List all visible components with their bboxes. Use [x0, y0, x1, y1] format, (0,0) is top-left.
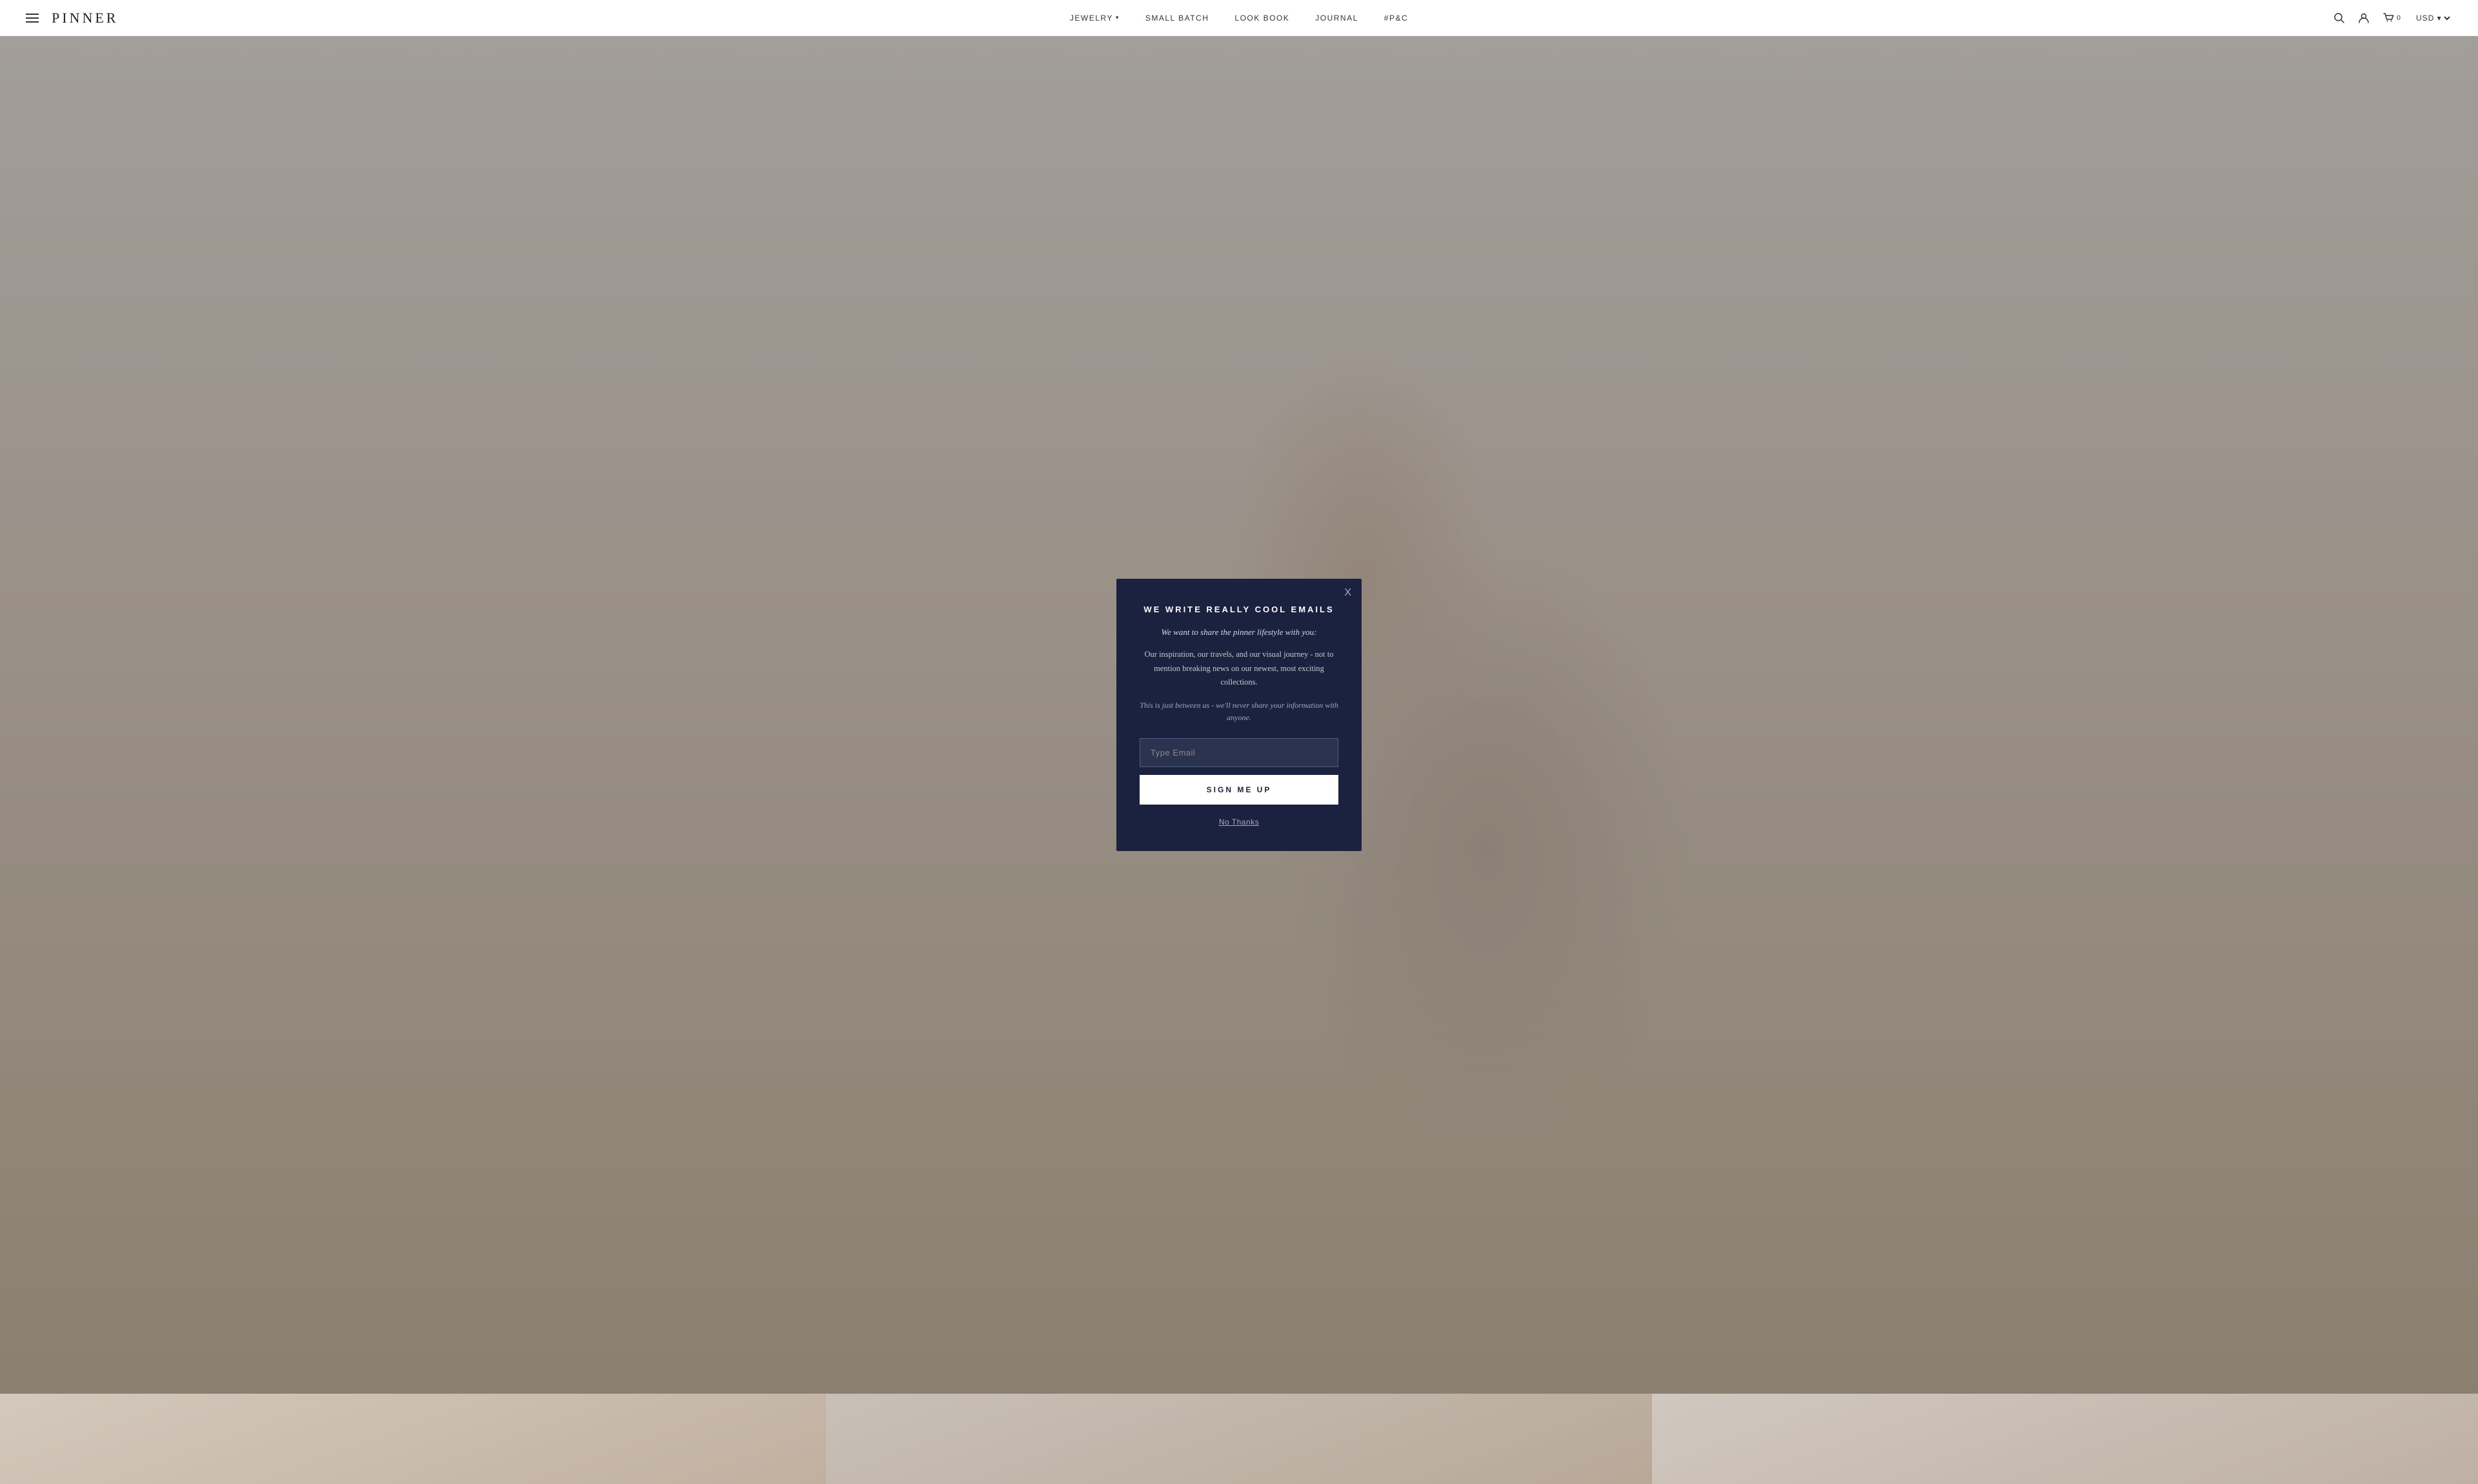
modal-overlay: X WE WRITE REALLY COOL EMAILS We want to…: [0, 36, 2478, 1394]
hero-section: X WE WRITE REALLY COOL EMAILS We want to…: [0, 36, 2478, 1394]
cart-icon: [2382, 12, 2394, 24]
header-left: PINNER: [26, 10, 118, 26]
hamburger-icon[interactable]: [26, 14, 39, 23]
site-logo[interactable]: PINNER: [52, 10, 118, 26]
email-modal: X WE WRITE REALLY COOL EMAILS We want to…: [1116, 579, 1362, 852]
email-input[interactable]: [1140, 738, 1338, 767]
modal-body: Our inspiration, our travels, and our vi…: [1140, 648, 1338, 689]
main-nav: JEWELRY ▾ SMALL BATCH LOOK BOOK JOURNAL …: [1070, 14, 1408, 23]
cart-icon-wrap[interactable]: 0: [2382, 12, 2401, 24]
thumbnail-row: [0, 1394, 2478, 1484]
currency-selector[interactable]: USD ▾ EUR GBP: [2413, 13, 2452, 23]
modal-privacy: This is just between us - we'll never sh…: [1140, 699, 1338, 724]
thumbnail-1[interactable]: [0, 1394, 826, 1484]
account-icon[interactable]: [2358, 12, 2370, 24]
modal-title: WE WRITE REALLY COOL EMAILS: [1140, 605, 1338, 614]
header-right: 0 USD ▾ EUR GBP: [2333, 12, 2452, 24]
site-header: PINNER JEWELRY ▾ SMALL BATCH LOOK BOOK J…: [0, 0, 2478, 36]
modal-subtitle: We want to share the pinner lifestyle wi…: [1140, 626, 1338, 639]
nav-item-look-book[interactable]: LOOK BOOK: [1234, 14, 1289, 23]
search-icon[interactable]: [2333, 12, 2345, 24]
chevron-down-icon: ▾: [1116, 14, 1120, 21]
thumbnail-3[interactable]: [1652, 1394, 2478, 1484]
cart-count: 0: [2397, 13, 2401, 23]
nav-item-small-batch[interactable]: SMALL BATCH: [1145, 14, 1209, 23]
no-thanks-button[interactable]: No Thanks: [1219, 817, 1259, 827]
modal-close-button[interactable]: X: [1344, 588, 1351, 598]
nav-item-jewelry[interactable]: JEWELRY ▾: [1070, 14, 1120, 23]
sign-up-button[interactable]: SIGN ME UP: [1140, 775, 1338, 805]
nav-item-hpc[interactable]: #P&C: [1384, 14, 1408, 23]
nav-item-journal[interactable]: JOURNAL: [1315, 14, 1358, 23]
thumbnail-2[interactable]: [826, 1394, 1652, 1484]
